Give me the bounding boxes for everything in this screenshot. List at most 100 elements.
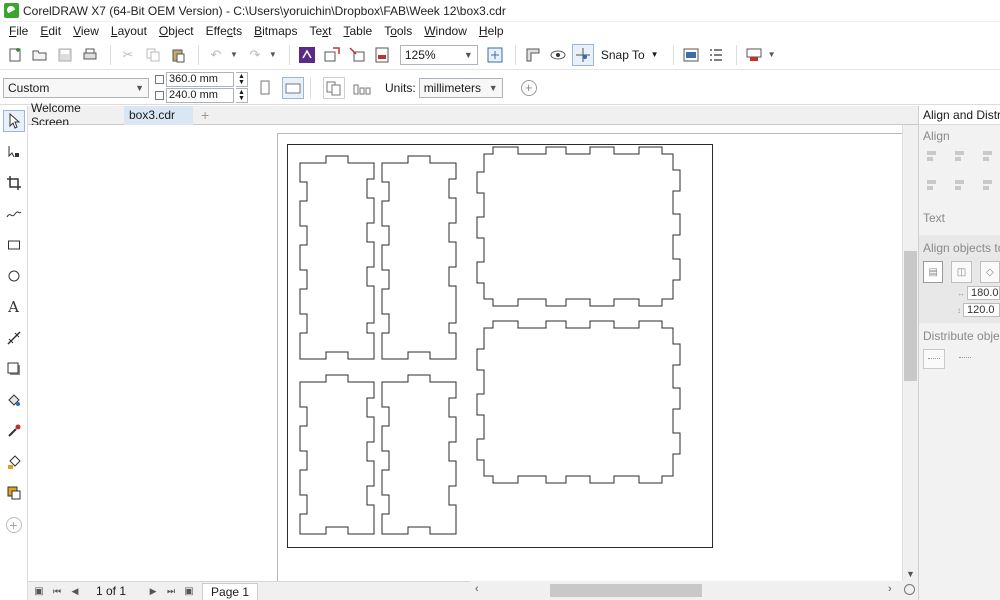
menu-bitmaps[interactable]: Bitmaps [248, 24, 303, 38]
y-coordinate-input[interactable]: 120.0 [963, 303, 1000, 317]
menu-window[interactable]: Window [418, 24, 473, 38]
open-icon[interactable] [29, 44, 51, 66]
crop-tool-icon[interactable] [3, 172, 25, 194]
rectangle-tool-icon[interactable] [3, 234, 25, 256]
page-width-input[interactable]: 360.0 mm [166, 72, 234, 87]
freehand-tool-icon[interactable] [3, 203, 25, 225]
undo-dropdown-icon[interactable]: ▼ [230, 50, 238, 59]
text-heading: Text [923, 211, 946, 225]
last-page-icon[interactable]: ⏭ [164, 586, 178, 597]
cut-icon[interactable]: ✂ [117, 44, 139, 66]
drawing-canvas[interactable] [28, 125, 902, 581]
menu-edit[interactable]: Edit [34, 24, 67, 38]
align-left-icon[interactable] [925, 149, 940, 164]
paste-icon[interactable] [167, 44, 189, 66]
align-reference-row: ▤ ◫ ◇ [919, 261, 1000, 283]
distribute-to-page-icon[interactable] [955, 349, 977, 369]
first-page-icon[interactable]: ⏮ [50, 586, 64, 597]
all-pages-icon[interactable] [323, 76, 345, 99]
menu-view[interactable]: View [67, 24, 105, 38]
add-page-after-icon[interactable]: ▣ [182, 586, 196, 597]
search-content-icon[interactable] [296, 44, 318, 66]
page-center-icon[interactable]: ◇ [979, 261, 1000, 283]
x-coordinate-input[interactable]: 180.0 [967, 286, 1000, 300]
copy-icon[interactable] [142, 44, 164, 66]
page-width-spinner[interactable]: ▲ ▼ [236, 72, 248, 87]
transparency-tool-icon[interactable] [3, 389, 25, 411]
page-edge-icon[interactable]: ◫ [951, 261, 972, 283]
portrait-icon[interactable] [254, 77, 276, 99]
parallel-dimension-tool-icon[interactable] [3, 327, 25, 349]
chevron-down-icon: ▼ [135, 82, 144, 93]
page-size-preset[interactable]: Custom ▼ [3, 77, 149, 98]
application-launcher-icon[interactable] [705, 44, 727, 66]
toolbox: A + [0, 106, 28, 600]
full-screen-preview-icon[interactable] [484, 44, 506, 66]
tab-welcome-screen[interactable]: Welcome Screen [28, 101, 124, 129]
horizontal-scrollbar[interactable]: ‹ › [470, 581, 918, 600]
customize-toolbar-icon[interactable] [743, 44, 765, 66]
scroll-right-icon[interactable]: › [888, 583, 892, 595]
menu-table[interactable]: Table [338, 24, 379, 38]
align-bottom-icon[interactable] [981, 178, 996, 193]
distribute-to-selection-icon[interactable] [923, 349, 945, 369]
align-center-horizontal-icon[interactable] [953, 149, 968, 164]
units-dropdown[interactable]: millimeters ▼ [418, 77, 503, 98]
add-tool-icon[interactable]: + [5, 517, 22, 533]
pick-tool-icon[interactable] [2, 110, 25, 132]
chevron-down-icon: ▼ [488, 82, 498, 93]
show-guidelines-icon[interactable] [571, 43, 594, 66]
zoom-level-value: 125% [404, 47, 436, 62]
current-page-icon[interactable] [351, 77, 373, 99]
ellipse-tool-icon[interactable] [3, 265, 25, 287]
page-1-tab[interactable]: Page 1 [202, 582, 259, 600]
active-objects-icon[interactable]: ▤ [923, 261, 944, 283]
menu-tools[interactable]: Tools [378, 24, 418, 38]
shape-tool-icon[interactable] [3, 141, 25, 163]
redo-dropdown-icon[interactable]: ▼ [269, 50, 277, 59]
add-property-icon[interactable]: + [520, 79, 537, 96]
undo-icon[interactable]: ↶ [205, 44, 227, 66]
drop-shadow-tool-icon[interactable] [3, 358, 25, 380]
menu-help[interactable]: Help [473, 24, 510, 38]
horizontal-scroll-thumb[interactable] [550, 584, 702, 597]
print-icon[interactable] [79, 44, 101, 66]
next-page-icon[interactable]: ▶ [146, 586, 160, 597]
interactive-fill-tool-icon[interactable] [3, 451, 25, 473]
redo-icon[interactable]: ↷ [244, 44, 266, 66]
menu-object[interactable]: Object [153, 24, 200, 38]
scroll-down-icon[interactable]: ▼ [906, 569, 915, 579]
export-icon[interactable] [346, 44, 368, 66]
text-tool-icon[interactable]: A [3, 296, 25, 318]
scroll-left-icon[interactable]: ‹ [475, 583, 479, 595]
add-page-before-icon[interactable]: ▣ [32, 586, 46, 597]
zoom-level-combo[interactable]: 125% ▼ [399, 44, 478, 65]
vertical-scroll-thumb[interactable] [904, 251, 917, 381]
snap-to-dropdown[interactable]: Snap To ▼ [601, 48, 659, 62]
new-tab-icon[interactable]: + [197, 107, 213, 123]
new-document-icon[interactable] [4, 44, 26, 66]
vertical-scrollbar[interactable]: ▼ [902, 125, 918, 581]
page-height-input[interactable]: 240.0 mm [166, 88, 234, 103]
menu-text[interactable]: Text [303, 24, 337, 38]
import-icon[interactable] [321, 44, 343, 66]
eyedropper-tool-icon[interactable] [3, 420, 25, 442]
options-icon[interactable] [680, 44, 702, 66]
menu-layout[interactable]: Layout [105, 24, 153, 38]
navigator-icon[interactable] [904, 584, 915, 595]
align-center-vertical-icon[interactable] [953, 178, 968, 193]
show-rulers-icon[interactable] [522, 44, 544, 66]
tab-box3-document[interactable]: box3.cdr [124, 105, 194, 125]
chevron-down-icon[interactable]: ▼ [768, 50, 776, 59]
smart-fill-tool-icon[interactable] [3, 482, 25, 504]
previous-page-icon[interactable]: ◀ [68, 586, 82, 597]
menu-effects[interactable]: Effects [200, 24, 248, 38]
save-icon[interactable] [54, 44, 76, 66]
align-right-icon[interactable] [981, 149, 996, 164]
landscape-icon[interactable] [282, 76, 304, 99]
page-height-spinner[interactable]: ▲ ▼ [236, 88, 248, 103]
menu-file[interactable]: File [3, 24, 34, 38]
publish-pdf-icon[interactable] [371, 44, 393, 66]
show-grid-icon[interactable] [547, 44, 569, 66]
align-top-icon[interactable] [925, 178, 940, 193]
